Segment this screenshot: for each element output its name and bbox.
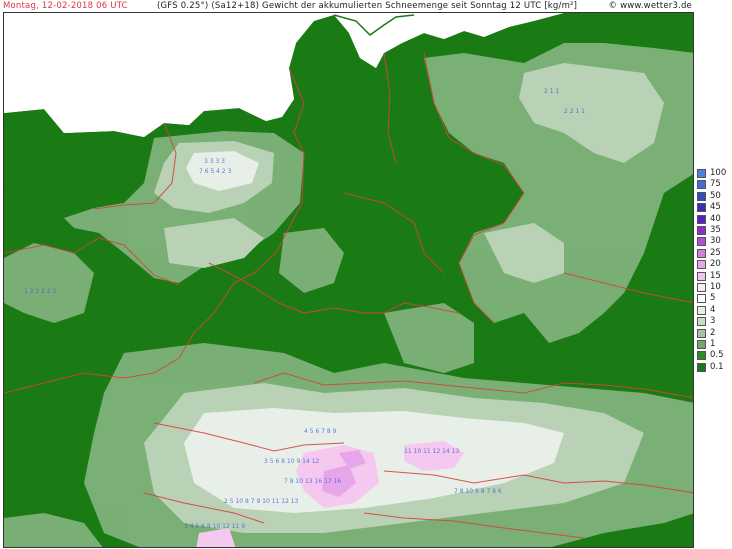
legend-label: 40: [710, 213, 721, 224]
map-figure: Montag, 12-02-2018 06 UTC (GFS 0.25°) (S…: [0, 0, 732, 549]
svg-text:11 10 11 12 14 13: 11 10 11 12 14 13: [404, 448, 460, 455]
legend-label: 50: [710, 190, 721, 201]
legend-label: 30: [710, 236, 721, 247]
legend-swatch: [697, 328, 706, 338]
legend-swatch: [697, 340, 706, 349]
legend-label: 4: [710, 304, 716, 315]
legend-swatch: [697, 271, 706, 281]
legend-label: 20: [710, 259, 721, 270]
legend-label: 3: [710, 316, 716, 327]
legend-swatch: [697, 317, 706, 327]
legend-swatch: [697, 203, 706, 213]
run-date-label: Montag, 12-02-2018 06 UTC: [3, 1, 128, 11]
legend-swatch: [697, 305, 706, 315]
legend-swatch: [697, 237, 706, 247]
legend-swatch: [697, 169, 706, 178]
legend-label: 35: [710, 225, 721, 235]
legend-swatch: [697, 248, 706, 258]
svg-text:7 6 5 4 2 3: 7 6 5 4 2 3: [199, 168, 232, 175]
legend-label: 2: [710, 327, 716, 338]
map-canvas: 3 3 3 3 7 6 5 4 2 3 2 1 1 2 2 1 1 4 5 6 …: [4, 13, 693, 547]
legend-swatch: [697, 351, 706, 361]
legend-swatch: [697, 294, 706, 304]
svg-text:4 5 6 7 8 9: 4 5 6 7 8 9: [304, 428, 337, 435]
legend-label: 45: [710, 202, 721, 213]
legend-swatch: [697, 191, 706, 201]
map-title: (GFS 0.25°) (Sa12+18) Gewicht der akkumu…: [157, 1, 578, 11]
legend-label: 75: [710, 179, 721, 190]
legend-swatch: [697, 362, 706, 372]
legend-label: 10: [710, 282, 721, 292]
legend-label: 25: [710, 247, 721, 258]
legend-label: 0.1: [710, 361, 724, 372]
credit-label: © www.wetter3.de: [608, 1, 692, 11]
svg-text:3 5 6 8 10 9 14 12: 3 5 6 8 10 9 14 12: [264, 458, 320, 465]
legend-label: 15: [710, 270, 721, 281]
svg-text:3 3 3 3: 3 3 3 3: [204, 158, 225, 165]
legend-label: 1: [710, 339, 716, 349]
svg-text:3 4 5 6 8 10 12 11 9: 3 4 5 6 8 10 12 11 9: [184, 523, 245, 530]
svg-text:2 5 10 8 7 9 10 11 12 13: 2 5 10 8 7 9 10 11 12 13: [224, 498, 299, 505]
svg-text:2 1 1: 2 1 1: [544, 88, 559, 95]
color-legend: 100 75 50 45 40 35 30 25 20 15 10 5 4 3 2 1 0.5 0.1: [695, 166, 732, 382]
svg-text:2 2 1 1: 2 2 1 1: [564, 108, 585, 115]
snow-weight-map: 3 3 3 3 7 6 5 4 2 3 2 1 1 2 2 1 1 4 5 6 …: [3, 12, 694, 548]
legend-label: 100: [710, 168, 727, 178]
legend-swatch: [697, 226, 706, 235]
legend-swatch: [697, 283, 706, 292]
legend-swatch: [697, 214, 706, 224]
svg-text:7 8 10 9 8 7 8 6: 7 8 10 9 8 7 8 6: [454, 488, 502, 495]
legend-swatch: [697, 260, 706, 270]
svg-text:7 8 10 13 16 17 16: 7 8 10 13 16 17 16: [284, 478, 341, 485]
legend-swatch: [697, 180, 706, 190]
legend-label: 0.5: [710, 350, 724, 361]
legend-label: 5: [710, 293, 716, 304]
svg-text:1 2 2 2 2 2: 1 2 2 2 2 2: [24, 288, 57, 295]
